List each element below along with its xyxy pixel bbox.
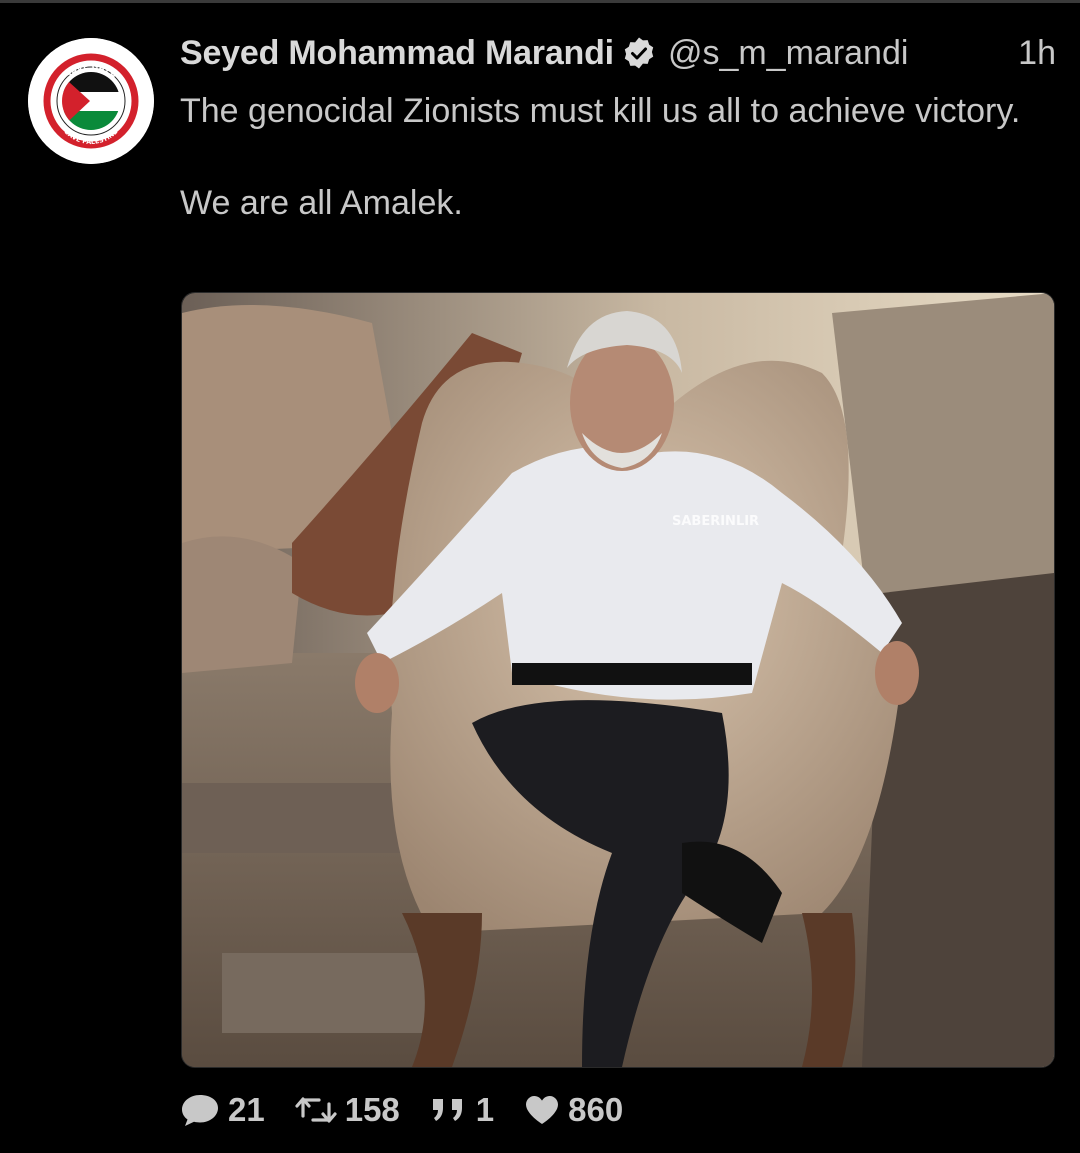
avatar[interactable]: SAVE GAZA SAVE PALESTINE (28, 38, 154, 164)
tweet-timestamp[interactable]: 1h (1018, 30, 1056, 76)
save-gaza-logo-icon: SAVE GAZA SAVE PALESTINE (28, 38, 154, 164)
verified-check-icon (622, 36, 656, 70)
tweet[interactable]: SAVE GAZA SAVE PALESTINE Seyed Mohammad … (0, 0, 1080, 1153)
tweet-actions: 21 158 1 860 (180, 1088, 623, 1132)
author-name[interactable]: Seyed Mohammad Marandi (180, 34, 614, 73)
tweet-header: Seyed Mohammad Marandi @s_m_marandi 1h (180, 30, 1060, 76)
tweet-text: The genocidal Zionists must kill us all … (180, 88, 1040, 226)
comment-bubble-icon (182, 1095, 218, 1126)
tweet-photo[interactable]: SABERINLIR (181, 292, 1055, 1068)
retweet-button[interactable]: 158 (295, 1091, 400, 1129)
like-button[interactable]: 860 (524, 1091, 623, 1129)
like-count: 860 (568, 1091, 624, 1128)
retweet-icon (295, 1097, 337, 1123)
tweet-text-line: We are all Amalek. (180, 184, 463, 222)
tweet-text-line: The genocidal Zionists must kill us all … (180, 92, 1021, 130)
retweet-count: 158 (344, 1091, 400, 1128)
photo-watermark: SABERINLIR (672, 514, 759, 529)
quote-icon (432, 1099, 462, 1121)
author-handle[interactable]: @s_m_marandi (668, 34, 909, 73)
reply-count: 21 (228, 1091, 265, 1128)
photo-man-in-armchair-rubble: SABERINLIR (182, 293, 1054, 1067)
quote-button[interactable]: 1 (430, 1091, 494, 1129)
quote-count: 1 (475, 1091, 495, 1128)
reply-button[interactable]: 21 (180, 1091, 265, 1129)
heart-icon (526, 1096, 559, 1124)
